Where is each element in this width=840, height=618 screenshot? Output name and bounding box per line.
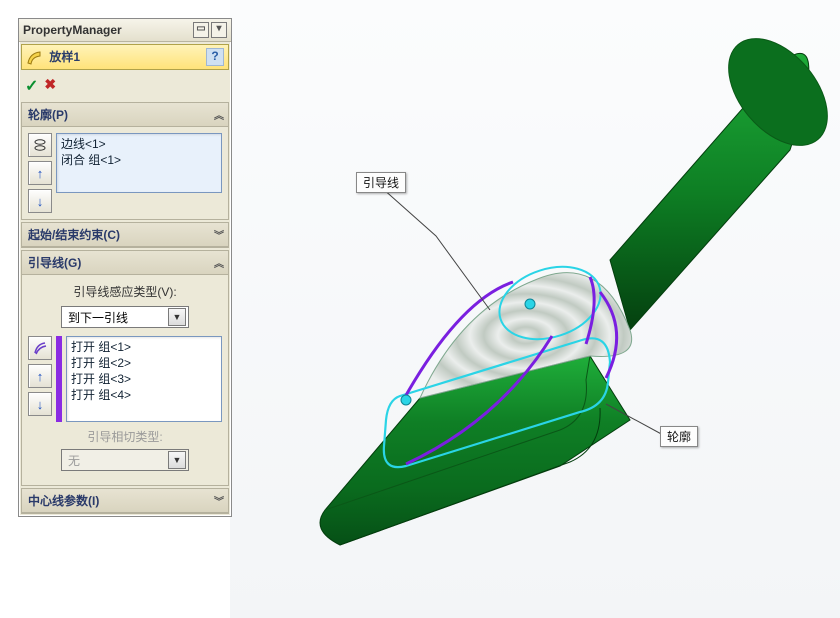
property-manager-panel: PropertyManager ▭▾ 放样1 ? ✓ ✖ 轮廓(P) ︽: [18, 18, 232, 517]
list-item[interactable]: 打开 组<3>: [71, 371, 217, 387]
list-item[interactable]: 打开 组<2>: [71, 355, 217, 371]
confirm-bar: ✓ ✖: [19, 72, 231, 100]
panel-title: PropertyManager: [23, 23, 122, 37]
chevron-down-icon: ▼: [168, 451, 186, 469]
tangent-type-combo: 无 ▼: [61, 449, 189, 471]
influence-type-label: 引导线感应类型(V):: [28, 283, 222, 300]
callout-guide-line: 引导线: [356, 172, 406, 193]
expand-icon: ︾: [214, 493, 222, 508]
move-up-button[interactable]: ↑: [28, 364, 52, 388]
guide-selector-icon[interactable]: [28, 336, 52, 360]
group-centerline-header[interactable]: 中心线参数(I) ︾: [22, 489, 228, 513]
chevron-down-icon: ▼: [168, 308, 186, 326]
group-start-end-header[interactable]: 起始/结束约束(C) ︾: [22, 223, 228, 247]
guide-color-indicator: [56, 336, 62, 422]
group-centerline: 中心线参数(I) ︾: [21, 488, 229, 514]
callout-profile: 轮廓: [660, 426, 698, 447]
group-profiles-header[interactable]: 轮廓(P) ︽: [22, 103, 228, 127]
list-item[interactable]: 边线<1>: [61, 136, 217, 152]
cancel-button[interactable]: ✖: [44, 76, 56, 96]
feature-header: 放样1 ?: [21, 44, 229, 70]
tangent-type-label: 引导相切类型:: [28, 428, 222, 445]
expand-icon: ︾: [214, 227, 222, 242]
group-guide-header[interactable]: 引导线(G) ︽: [22, 251, 228, 275]
guide-listbox[interactable]: 打开 组<1> 打开 组<2> 打开 组<3> 打开 组<4>: [66, 336, 222, 422]
panel-pin-icon[interactable]: ▭▾: [193, 22, 227, 38]
collapse-icon: ︽: [214, 107, 222, 122]
ok-button[interactable]: ✓: [25, 76, 38, 96]
group-profiles: 轮廓(P) ︽ ↑ ↓ 边线<1> 闭合 组<1>: [21, 102, 229, 220]
move-up-button[interactable]: ↑: [28, 161, 52, 185]
collapse-icon: ︽: [214, 255, 222, 270]
graphics-viewport[interactable]: 引导线 轮廓: [230, 0, 840, 618]
move-down-button[interactable]: ↓: [28, 189, 52, 213]
group-guide-curves: 引导线(G) ︽ 引导线感应类型(V): 到下一引线 ▼ ↑ ↓ 打开 组<1: [21, 250, 229, 486]
profiles-listbox[interactable]: 边线<1> 闭合 组<1>: [56, 133, 222, 193]
profile-selector-icon[interactable]: [28, 133, 52, 157]
help-button[interactable]: ?: [206, 48, 224, 66]
feature-name: 放样1: [49, 50, 80, 64]
move-down-button[interactable]: ↓: [28, 392, 52, 416]
list-item[interactable]: 打开 组<1>: [71, 339, 217, 355]
group-start-end: 起始/结束约束(C) ︾: [21, 222, 229, 248]
loft-icon: [26, 50, 42, 66]
panel-titlebar: PropertyManager ▭▾: [19, 19, 231, 42]
list-item[interactable]: 打开 组<4>: [71, 387, 217, 403]
influence-type-combo[interactable]: 到下一引线 ▼: [61, 306, 189, 328]
list-item[interactable]: 闭合 组<1>: [61, 152, 217, 168]
